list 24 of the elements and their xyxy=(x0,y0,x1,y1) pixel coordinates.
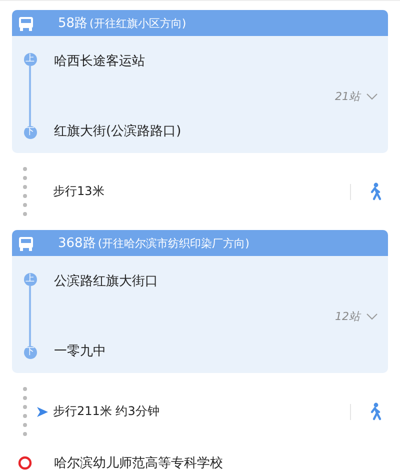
alighting-mark: 下 xyxy=(24,126,36,139)
stop-name: 哈西长途客运站 xyxy=(54,53,145,70)
stop-name: 红旗大街(公滨路路口) xyxy=(54,123,182,140)
route-direction: (开往红旗小区方向) xyxy=(90,16,186,31)
stop-name: 公滨路红旗大街口 xyxy=(54,273,158,290)
bus-icon xyxy=(18,236,34,250)
walk-instruction: 步行13米 xyxy=(53,183,104,200)
route-number: 58路 xyxy=(58,15,88,32)
destination-icon xyxy=(18,456,32,470)
alighting-mark: 下 xyxy=(24,346,36,359)
walk-instruction: 步行211米 约3分钟 xyxy=(53,403,160,420)
route-line xyxy=(29,286,31,346)
stop-name: 一零九中 xyxy=(54,343,106,360)
chevron-down-icon xyxy=(366,312,378,320)
route-direction: (开往哈尔滨市纺织印染厂方向) xyxy=(98,236,250,251)
destination-name: 哈尔滨幼儿师范高等专科学校 xyxy=(54,455,223,472)
chevron-down-icon xyxy=(366,92,378,100)
bus-icon xyxy=(18,16,34,30)
stop-count-toggle[interactable]: 21站 xyxy=(335,88,378,104)
boarding-mark: 上 xyxy=(24,273,36,286)
route-number: 368路 xyxy=(58,235,96,252)
route-line xyxy=(29,66,31,126)
stop-count-toggle[interactable]: 12站 xyxy=(335,308,378,324)
boarding-mark: 上 xyxy=(24,53,36,66)
